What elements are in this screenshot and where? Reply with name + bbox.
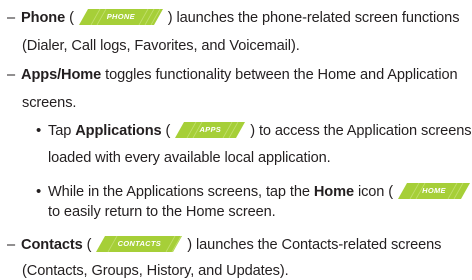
phone-item-line1: – Phone ( PHONE ) launches the phone-rela… [7, 9, 459, 27]
phone-description-cont: (Dialer, Call logs, Favorites, and Voice… [22, 38, 300, 54]
apps-home-item-line1: – Apps/Home toggles functionality between… [7, 66, 458, 84]
bullet-marker: • [36, 122, 42, 139]
applications-description-cont: loaded with every available local applic… [48, 150, 331, 166]
home-key-icon: HOME [398, 183, 471, 199]
phone-label: Phone [21, 10, 66, 26]
apps-key-icon: APPS [175, 122, 246, 138]
applications-description: to access the Application screens [254, 123, 472, 139]
contacts-description: launches the Contacts-related screens [192, 237, 442, 253]
dash-marker: – [7, 10, 16, 26]
apps-home-description-cont: screens. [22, 95, 77, 111]
apps-home-description: toggles functionality between the Home a… [101, 67, 458, 83]
applications-item-line1: Tap Applications ( APPS ) to access the … [48, 122, 472, 140]
paren-open: ( [69, 10, 74, 26]
apps-key-label: APPS [199, 125, 222, 134]
bullet-marker: • [36, 183, 42, 200]
contacts-key-icon: CONTACTS [96, 236, 183, 252]
home-item-line2: to easily return to the Home screen. [48, 203, 276, 221]
home-description: to easily return to the Home screen. [48, 204, 276, 220]
home-prefix: While in the Applications screens, tap t… [48, 184, 314, 200]
phone-item-line2: (Dialer, Call logs, Favorites, and Voice… [22, 37, 300, 55]
contacts-label: Contacts [21, 237, 83, 253]
phone-description: launches the phone-related screen functi… [172, 10, 460, 26]
manual-page: – Phone ( PHONE ) launches the phone-rela… [0, 0, 472, 280]
apps-home-item-line2: screens. [22, 94, 76, 112]
home-key-label: HOME [422, 186, 446, 195]
applications-item-line2: loaded with every available local applic… [48, 149, 331, 167]
home-label: Home [313, 184, 354, 200]
paren-open: ( [161, 123, 171, 139]
contacts-item-line1: – Contacts ( CONTACTS ) launches the Cont… [7, 236, 441, 254]
phone-key-icon: PHONE [78, 9, 163, 25]
contacts-description-cont: (Contacts, Groups, History, and Updates)… [22, 263, 289, 279]
applications-label: Applications [75, 123, 162, 139]
applications-prefix: Tap [48, 123, 76, 139]
phone-key-label: PHONE [106, 12, 135, 21]
home-item-line1: While in the Applications screens, tap t… [48, 183, 472, 201]
paren-open: ( [82, 237, 92, 253]
contacts-item-line2: (Contacts, Groups, History, and Updates)… [22, 262, 289, 280]
dash-marker: – [7, 67, 16, 83]
dash-marker: – [7, 237, 16, 253]
apps-home-label: Apps/Home [21, 67, 102, 83]
contacts-key-label: CONTACTS [117, 239, 162, 248]
home-suffix: icon ( [354, 184, 394, 200]
